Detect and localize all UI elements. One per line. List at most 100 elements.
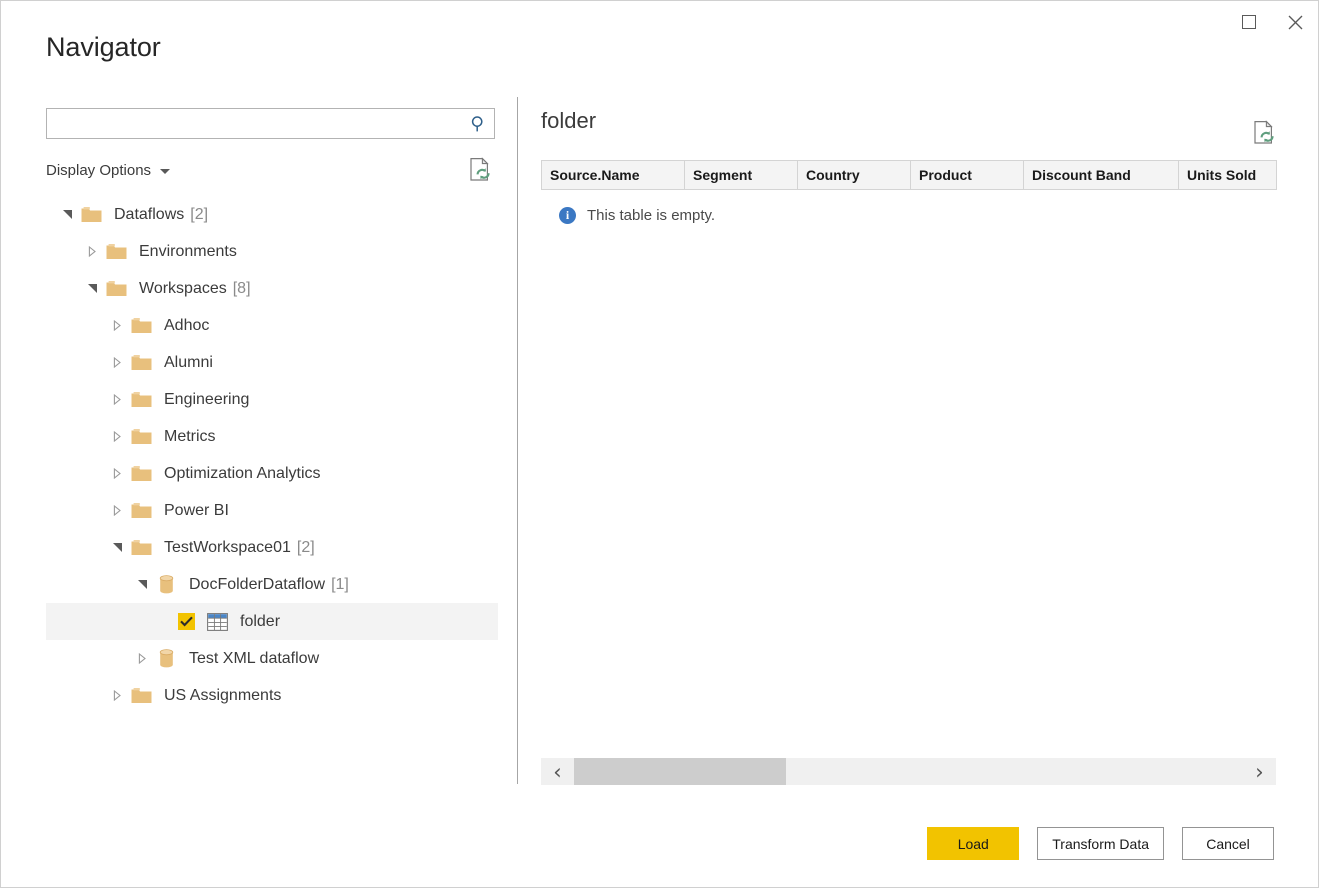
maximize-button[interactable] (1226, 5, 1272, 39)
dialog-footer: Load Transform Data Cancel (927, 827, 1274, 860)
folder-icon (131, 318, 151, 333)
load-button[interactable]: Load (927, 827, 1020, 860)
empty-table-text: This table is empty. (587, 207, 716, 224)
tree-item-optimization-analytics[interactable]: Optimization Analytics (46, 455, 498, 492)
tree-item-testworkspace01[interactable]: TestWorkspace01 [2] (46, 529, 498, 566)
empty-table-message: i This table is empty. (559, 207, 715, 224)
folder-icon (131, 688, 151, 703)
tree-item-label: Power BI (164, 501, 229, 519)
folder-icon (103, 280, 129, 297)
tree-item-count: [2] (190, 205, 209, 223)
tree-item-label: US Assignments (164, 686, 282, 704)
column-header[interactable]: Discount Band (1023, 160, 1179, 190)
tree-twisty[interactable] (56, 196, 78, 233)
tree-twisty[interactable] (131, 566, 153, 603)
search-box[interactable] (46, 108, 495, 139)
tree-item-folder[interactable]: folder (46, 603, 498, 640)
chevron-collapsed-icon (113, 394, 121, 405)
chevron-collapsed-icon (113, 690, 121, 701)
refresh-navigation-button[interactable] (469, 157, 492, 187)
column-header[interactable]: Segment (684, 160, 798, 190)
folder-icon (131, 503, 151, 518)
preview-horizontal-scrollbar[interactable]: ‹ › (541, 758, 1276, 785)
folder-icon (131, 540, 151, 555)
tree-item-power-bi[interactable]: Power BI (46, 492, 498, 529)
tree-twisty[interactable] (106, 307, 128, 344)
tree-twisty[interactable] (81, 270, 103, 307)
tree-item-count: [8] (232, 279, 251, 297)
dataflow-icon (159, 649, 173, 668)
column-header[interactable]: Units Sold (1178, 160, 1277, 190)
table-header-row: Source.Name Segment Country Product Discount… (541, 160, 1277, 190)
navigation-pane: Display Options Dataflows [2] Environments… (46, 108, 498, 783)
scroll-thumb[interactable] (574, 758, 786, 785)
tree-twisty[interactable] (106, 418, 128, 455)
folder-icon (78, 206, 104, 223)
tree-item-workspaces[interactable]: Workspaces [8] (46, 270, 498, 307)
tree-item-label: Workspaces (139, 279, 227, 297)
check-icon (180, 616, 193, 627)
scroll-track[interactable] (574, 758, 1243, 785)
chevron-collapsed-icon (113, 357, 121, 368)
tree-item-label: Adhoc (164, 316, 210, 334)
close-button[interactable] (1272, 5, 1318, 39)
tree-item-label: DocFolderDataflow (189, 575, 326, 593)
navigator-dialog: Navigator Display Options Dataflows [2] … (0, 0, 1319, 888)
tree-item-label: Test XML dataflow (189, 649, 320, 667)
tree-twisty[interactable] (106, 455, 128, 492)
tree-item-alumni[interactable]: Alumni (46, 344, 498, 381)
scroll-left-arrow[interactable]: ‹ (541, 758, 574, 785)
folder-icon (128, 391, 154, 408)
scroll-right-arrow[interactable]: › (1243, 758, 1276, 785)
tree-twisty[interactable] (106, 344, 128, 381)
table-icon (204, 612, 230, 631)
tree-twisty[interactable] (81, 233, 103, 270)
tree-item-test-xml-dataflow[interactable]: Test XML dataflow (46, 640, 498, 677)
dataflow-icon (159, 575, 173, 594)
column-header[interactable]: Source.Name (541, 160, 685, 190)
tree-item-engineering[interactable]: Engineering (46, 381, 498, 418)
folder-icon (128, 502, 154, 519)
tree-item-checkbox[interactable] (178, 613, 195, 630)
chevron-collapsed-icon (113, 320, 121, 331)
chevron-expanded-icon (87, 283, 97, 293)
tree-twisty[interactable] (131, 640, 153, 677)
column-header[interactable]: Country (797, 160, 911, 190)
search-button[interactable] (464, 109, 494, 138)
tree-item-label: Optimization Analytics (164, 464, 321, 482)
tree-item-us-assignments[interactable]: US Assignments (46, 677, 498, 714)
tree-twisty[interactable] (106, 381, 128, 418)
preview-pane: folder Source.Name Segment Country Product D… (541, 108, 1277, 784)
chevron-collapsed-icon (113, 505, 121, 516)
transform-data-button[interactable]: Transform Data (1037, 827, 1164, 860)
tree-item-label: Environments (139, 242, 237, 260)
tree-item-dataflows[interactable]: Dataflows [2] (46, 196, 498, 233)
folder-icon (131, 429, 151, 444)
dataflow-icon (153, 575, 179, 594)
tree-item-environments[interactable]: Environments (46, 233, 498, 270)
folder-icon (131, 355, 151, 370)
folder-icon (106, 281, 126, 296)
tree-item-metrics[interactable]: Metrics (46, 418, 498, 455)
cancel-button[interactable]: Cancel (1182, 827, 1274, 860)
folder-icon (128, 317, 154, 334)
preview-title: folder (541, 108, 597, 133)
display-options-dropdown[interactable]: Display Options (46, 162, 171, 179)
folder-icon (128, 539, 154, 556)
display-options-row: Display Options (46, 155, 495, 185)
chevron-collapsed-icon (113, 468, 121, 479)
tree-item-adhoc[interactable]: Adhoc (46, 307, 498, 344)
search-icon (471, 115, 483, 131)
tree-item-docfolderdataflow[interactable]: DocFolderDataflow [1] (46, 566, 498, 603)
refresh-preview-button[interactable] (1253, 120, 1276, 150)
tree-twisty[interactable] (106, 492, 128, 529)
info-icon: i (559, 207, 576, 224)
tree-twisty[interactable] (106, 677, 128, 714)
column-header[interactable]: Product (910, 160, 1024, 190)
folder-icon (128, 428, 154, 445)
search-input[interactable] (47, 109, 464, 138)
refresh-document-icon (470, 157, 490, 181)
tree-twisty[interactable] (106, 529, 128, 566)
preview-table: Source.Name Segment Country Product Discount… (541, 160, 1277, 190)
tree-item-label: Dataflows (114, 205, 185, 223)
